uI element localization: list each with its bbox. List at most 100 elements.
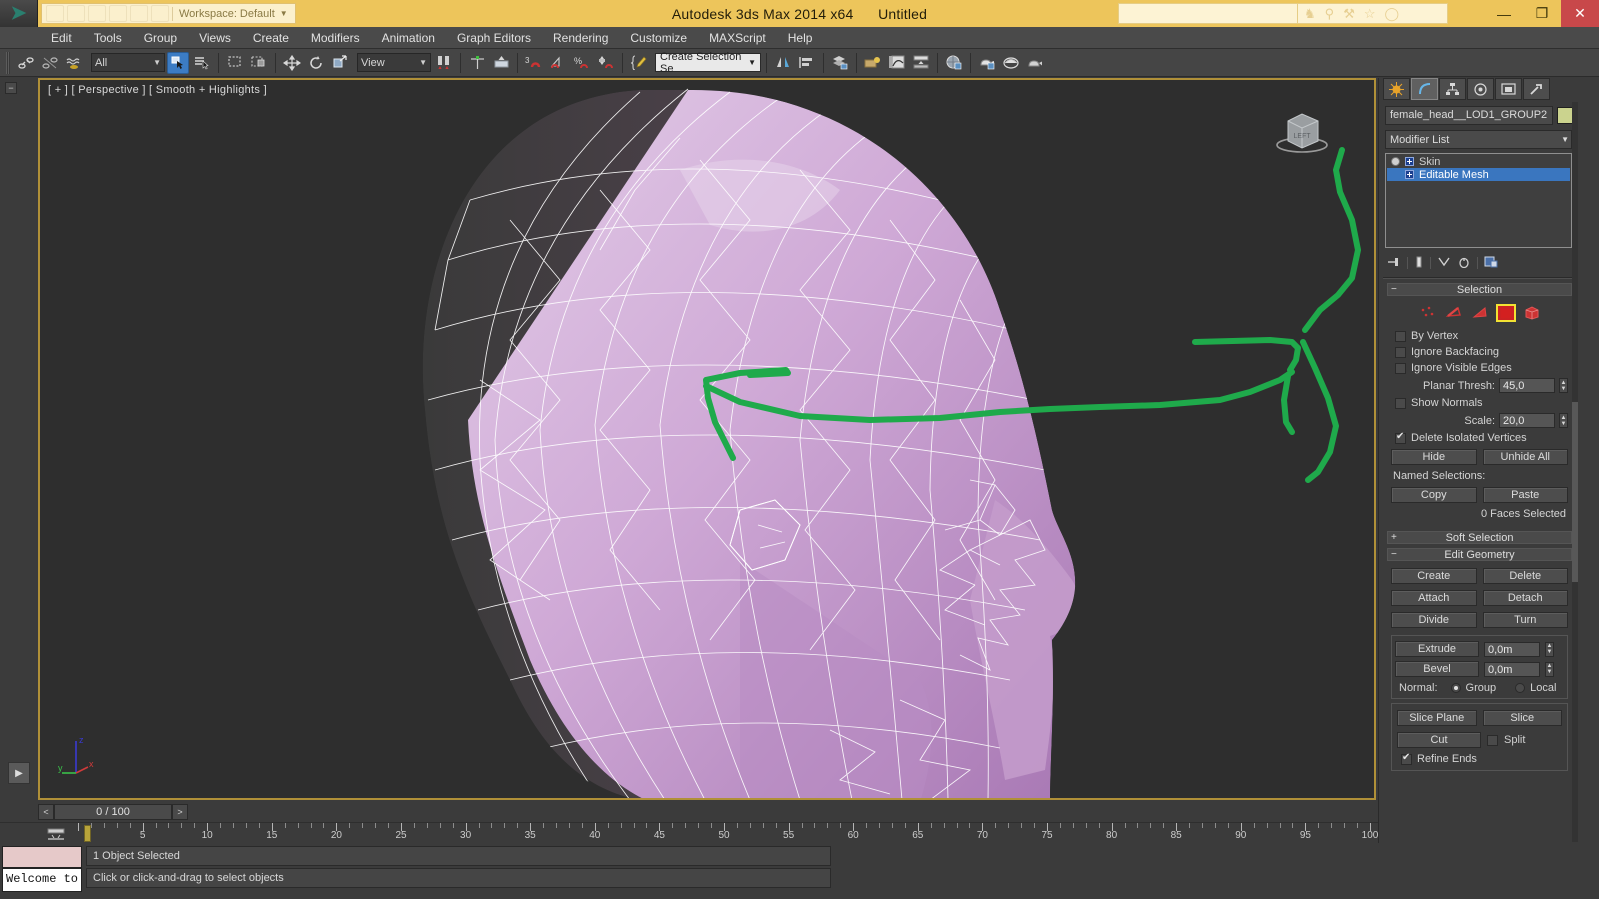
close-button[interactable]: ✕: [1561, 0, 1599, 27]
scrollbar-thumb[interactable]: [1572, 402, 1578, 582]
make-unique-icon[interactable]: [1437, 256, 1451, 271]
hide-button[interactable]: Hide: [1391, 449, 1477, 465]
use-pivot-center-icon[interactable]: [433, 52, 455, 74]
collapse-rail-button[interactable]: −: [5, 82, 17, 94]
checkbox-icon[interactable]: [1395, 431, 1406, 444]
divide-button[interactable]: Divide: [1391, 612, 1477, 628]
checkbox-icon[interactable]: [1395, 397, 1406, 409]
save-icon[interactable]: [88, 5, 106, 22]
modifier-stack-item-editable-mesh[interactable]: Editable Mesh: [1387, 168, 1570, 181]
copy-button[interactable]: Copy: [1391, 487, 1477, 503]
display-tab[interactable]: [1495, 78, 1522, 100]
rollout-selection-header[interactable]: − Selection: [1387, 283, 1572, 296]
cut-button[interactable]: Cut: [1397, 732, 1481, 748]
viewcube[interactable]: LEFT: [1274, 105, 1330, 160]
modifier-stack-item-skin[interactable]: Skin: [1387, 155, 1570, 168]
track-view-icon[interactable]: [910, 52, 932, 74]
rollout-soft-selection-header[interactable]: + Soft Selection: [1387, 531, 1572, 544]
checkbox-icon[interactable]: [1395, 362, 1406, 374]
spinner-icon[interactable]: ▲ ▼: [1559, 378, 1568, 393]
create-button[interactable]: Create: [1391, 568, 1477, 584]
vertex-icon[interactable]: [1418, 304, 1438, 322]
angle-snap-icon[interactable]: [547, 52, 569, 74]
restore-button[interactable]: ❐: [1523, 0, 1561, 27]
menu-modifiers[interactable]: Modifiers: [300, 29, 371, 47]
unlink-icon[interactable]: [39, 52, 61, 74]
infocenter-search-input[interactable]: [1118, 3, 1298, 24]
delete-button[interactable]: Delete: [1482, 568, 1568, 584]
object-name-field[interactable]: female_head__LOD1_GROUP2: [1385, 106, 1553, 125]
select-by-name-icon[interactable]: [191, 52, 213, 74]
checkbox-by-vertex[interactable]: By Vertex: [1389, 328, 1570, 344]
configure-sets-icon[interactable]: [1484, 256, 1498, 271]
workspace-selector[interactable]: Workspace: Default ▼: [176, 5, 291, 23]
link-icon[interactable]: [15, 52, 37, 74]
checkbox-ignore-visible-edges[interactable]: Ignore Visible Edges: [1389, 360, 1570, 376]
remove-modifier-icon[interactable]: [1457, 256, 1471, 271]
show-end-result-icon[interactable]: [1414, 256, 1424, 271]
maxscript-listener-output[interactable]: [2, 846, 82, 868]
prev-frame-button[interactable]: <: [38, 804, 54, 820]
maxscript-listener-input[interactable]: Welcome to: [2, 868, 82, 892]
curve-editor-icon[interactable]: [886, 52, 908, 74]
spinner-icon[interactable]: ▲ ▼: [1545, 661, 1554, 677]
expand-rail-button[interactable]: ▶: [8, 762, 30, 784]
layer-explorer-icon[interactable]: [829, 52, 851, 74]
hierarchy-tab[interactable]: [1439, 78, 1466, 100]
checkbox-show-normals[interactable]: Show Normals: [1389, 395, 1570, 411]
polygon-icon[interactable]: [1495, 304, 1516, 322]
expand-icon[interactable]: [1405, 157, 1414, 166]
minimize-button[interactable]: —: [1485, 0, 1523, 27]
checkbox-icon[interactable]: [1395, 330, 1406, 342]
globe-icon[interactable]: ◯: [1385, 6, 1400, 22]
modifier-stack[interactable]: Skin Editable Mesh: [1385, 153, 1572, 248]
menu-maxscript[interactable]: MAXScript: [698, 29, 777, 47]
viewport-label[interactable]: [ + ] [ Perspective ] [ Smooth + Highlig…: [48, 84, 267, 96]
checkbox-refine-ends[interactable]: Refine Ends: [1395, 751, 1564, 767]
select-and-move-icon[interactable]: [281, 52, 303, 74]
command-panel-scrollbar[interactable]: [1572, 102, 1578, 842]
spinner-icon[interactable]: ▲ ▼: [1545, 641, 1554, 657]
attach-button[interactable]: Attach: [1391, 590, 1477, 606]
lightbulb-icon[interactable]: [1391, 157, 1400, 166]
face-icon[interactable]: [1470, 304, 1490, 322]
subscription-icon[interactable]: ⚒: [1343, 6, 1355, 22]
modify-tab[interactable]: [1411, 78, 1438, 100]
edge-icon[interactable]: [1444, 304, 1464, 322]
utilities-tab[interactable]: [1523, 78, 1550, 100]
extrude-button[interactable]: Extrude: [1395, 641, 1479, 657]
menu-tools[interactable]: Tools: [83, 29, 133, 47]
pin-stack-icon[interactable]: [1387, 256, 1401, 271]
detach-button[interactable]: Detach: [1482, 590, 1568, 606]
reference-coordinate-dropdown[interactable]: View ▼: [357, 53, 431, 72]
project-icon[interactable]: [151, 5, 169, 22]
redo-icon[interactable]: [130, 5, 148, 22]
create-tab[interactable]: [1383, 78, 1410, 100]
track-bar[interactable]: 5 10 15 20 25 30 35 40 45 50 55 60 65 70 75 80 85 90 95 100: [0, 822, 1378, 844]
slice-plane-button[interactable]: Slice Plane: [1397, 710, 1477, 726]
bevel-button[interactable]: Bevel: [1395, 661, 1479, 677]
menu-rendering[interactable]: Rendering: [542, 29, 619, 47]
perspective-viewport[interactable]: [ + ] [ Perspective ] [ Smooth + Highlig…: [38, 78, 1376, 800]
unhide-all-button[interactable]: Unhide All: [1482, 449, 1568, 465]
percent-snap-icon[interactable]: %: [571, 52, 593, 74]
snaps-toggle-icon[interactable]: 3: [523, 52, 545, 74]
undo-icon[interactable]: [109, 5, 127, 22]
checkbox-ignore-backfacing[interactable]: Ignore Backfacing: [1389, 344, 1570, 360]
next-frame-button[interactable]: >: [172, 804, 188, 820]
align-objects-icon[interactable]: [796, 52, 818, 74]
menu-group[interactable]: Group: [133, 29, 188, 47]
paste-button[interactable]: Paste: [1482, 487, 1568, 503]
menu-edit[interactable]: Edit: [40, 29, 83, 47]
bevel-amount-input[interactable]: 0,0m: [1484, 661, 1540, 677]
named-selection-icon[interactable]: [628, 52, 650, 74]
slice-button[interactable]: Slice: [1482, 710, 1562, 726]
help-icon[interactable]: ♞: [1304, 6, 1316, 22]
render-frame-window-icon[interactable]: [1000, 52, 1022, 74]
scale-input[interactable]: 20,0: [1499, 413, 1555, 428]
search-icon[interactable]: ⚲: [1325, 6, 1335, 22]
align-icon[interactable]: [466, 52, 488, 74]
schematic-view-icon[interactable]: [862, 52, 884, 74]
menu-animation[interactable]: Animation: [371, 29, 446, 47]
render-production-icon[interactable]: [1024, 52, 1046, 74]
